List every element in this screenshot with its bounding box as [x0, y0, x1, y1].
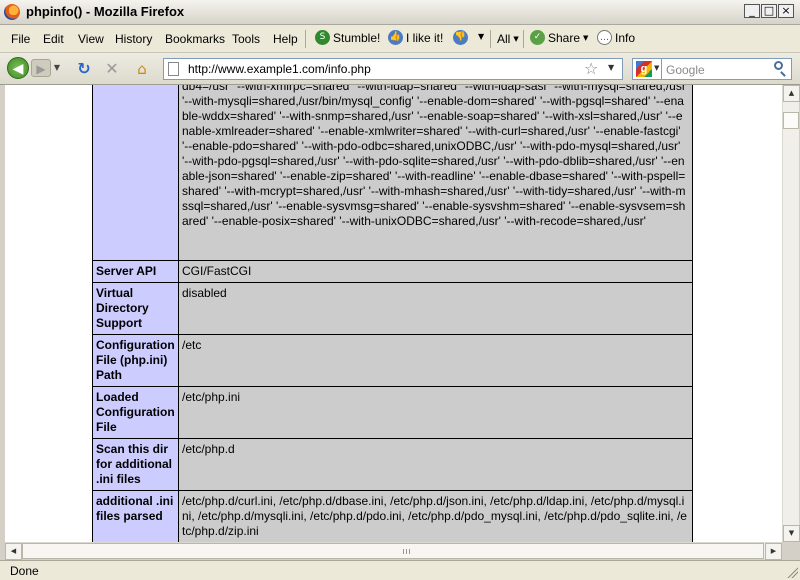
maximize-button[interactable]: □ — [761, 4, 777, 18]
menu-view[interactable]: View — [78, 32, 104, 46]
minimize-button[interactable]: _ — [744, 4, 760, 18]
table-row: Configuration File (php.ini) Path /etc — [92, 334, 693, 387]
table-row: Virtual Directory Support disabled — [92, 282, 693, 335]
toolbar-separator — [305, 30, 306, 48]
info-label: Info — [615, 30, 636, 45]
navigation-toolbar: ◀ ▶ ▼ ↻ ✕ ⌂ http://www.example1.com/info… — [0, 53, 800, 85]
thumbs-down-icon: 👎 — [453, 30, 468, 45]
status-text: Done — [10, 564, 39, 578]
menu-edit[interactable]: Edit — [43, 32, 64, 46]
search-input[interactable] — [662, 58, 792, 80]
chevron-down-icon: ▼ — [583, 33, 589, 42]
reload-icon[interactable]: ↻ — [74, 59, 94, 79]
horizontal-scrollbar[interactable]: ◀ ▶ — [5, 542, 782, 560]
search-engine-selector[interactable]: g ▼ — [632, 58, 662, 80]
stumbleupon-icon: S — [315, 30, 330, 45]
menu-help[interactable]: Help — [273, 32, 298, 46]
close-button[interactable]: × — [778, 4, 794, 18]
share-button[interactable]: ✓ Share ▼ — [530, 30, 588, 45]
row-key: additional .ini files parsed — [92, 490, 179, 542]
menu-bar: File Edit View History Bookmarks Tools H… — [0, 25, 800, 53]
history-dropdown-icon[interactable]: ▼ — [52, 61, 62, 75]
toolbar-separator — [523, 30, 524, 48]
like-label: I like it! — [406, 30, 444, 45]
all-button[interactable]: All ▼ — [497, 32, 519, 46]
bookmark-star-icon[interactable]: ☆ — [584, 59, 598, 78]
row-value: /etc — [178, 334, 693, 387]
dislike-dropdown-icon[interactable]: ▼ — [478, 32, 484, 41]
phpinfo-table: db4=/usr' '--with-xmlrpc=shared' '--with… — [92, 85, 693, 542]
table-row: additional .ini files parsed /etc/php.d/… — [92, 490, 693, 542]
speech-bubble-icon: … — [597, 30, 612, 45]
resize-grip-icon[interactable] — [786, 566, 798, 578]
vertical-scrollbar[interactable]: ▲ ▼ — [782, 85, 800, 542]
row-key: Scan this dir for additional .ini files — [92, 438, 179, 491]
vertical-scroll-thumb[interactable] — [783, 112, 799, 129]
share-label: Share — [548, 30, 581, 45]
thumbs-up-icon: 👍 — [388, 30, 403, 45]
status-bar: Done — [0, 560, 800, 580]
share-icon: ✓ — [530, 30, 545, 45]
configure-command-value: db4=/usr' '--with-xmlrpc=shared' '--with… — [178, 85, 693, 261]
scroll-right-icon[interactable]: ▶ — [765, 543, 782, 560]
row-key: Loaded Configuration File — [92, 386, 179, 439]
all-label: All — [497, 32, 511, 46]
stumble-label: Stumble! — [333, 30, 381, 45]
table-row: db4=/usr' '--with-xmlrpc=shared' '--with… — [92, 85, 693, 261]
search-icon[interactable] — [774, 61, 783, 70]
horizontal-scroll-thumb[interactable] — [22, 543, 764, 559]
menu-bookmarks[interactable]: Bookmarks — [165, 32, 225, 46]
stumble-button[interactable]: S Stumble! — [315, 30, 380, 45]
page-icon — [168, 62, 179, 76]
info-button[interactable]: … Info — [597, 30, 635, 45]
scroll-left-icon[interactable]: ◀ — [5, 543, 22, 560]
phpinfo-content: db4=/usr' '--with-xmlrpc=shared' '--with… — [92, 85, 693, 542]
back-button[interactable]: ◀ — [7, 57, 29, 79]
row-value: /etc/php.ini — [178, 386, 693, 439]
window-title: phpinfo() - Mozilla Firefox — [26, 4, 185, 19]
forward-button[interactable]: ▶ — [31, 59, 51, 77]
row-value: CGI/FastCGI — [178, 260, 693, 283]
row-key: Virtual Directory Support — [92, 282, 179, 335]
title-bar: phpinfo() - Mozilla Firefox _ □ × — [0, 0, 800, 25]
firefox-icon — [4, 4, 20, 20]
row-key — [92, 85, 179, 261]
google-icon: g — [636, 61, 652, 77]
scroll-down-icon[interactable]: ▼ — [783, 525, 800, 542]
page-viewport: db4=/usr' '--with-xmlrpc=shared' '--with… — [5, 85, 782, 542]
dislike-button[interactable]: 👎 — [453, 30, 468, 45]
home-icon[interactable]: ⌂ — [132, 59, 152, 79]
menu-file[interactable]: File — [11, 32, 30, 46]
row-value: disabled — [178, 282, 693, 335]
url-text[interactable]: http://www.example1.com/info.php — [188, 62, 371, 76]
row-key: Server API — [92, 260, 179, 283]
row-value: /etc/php.d/curl.ini, /etc/php.d/dbase.in… — [178, 490, 693, 542]
menu-history[interactable]: History — [115, 32, 152, 46]
like-button[interactable]: 👍 I like it! — [388, 30, 443, 45]
scroll-up-icon[interactable]: ▲ — [783, 85, 800, 102]
stop-icon[interactable]: ✕ — [102, 59, 122, 79]
url-bar[interactable]: http://www.example1.com/info.php ☆ ▼ — [163, 58, 623, 80]
url-dropdown-icon[interactable]: ▼ — [608, 63, 614, 72]
row-value: /etc/php.d — [178, 438, 693, 491]
chevron-down-icon: ▼ — [513, 35, 519, 43]
menu-tools[interactable]: Tools — [232, 32, 260, 46]
row-key: Configuration File (php.ini) Path — [92, 334, 179, 387]
table-row: Server API CGI/FastCGI — [92, 260, 693, 283]
table-row: Loaded Configuration File /etc/php.ini — [92, 386, 693, 439]
table-row: Scan this dir for additional .ini files … — [92, 438, 693, 491]
chevron-down-icon: ▼ — [654, 64, 660, 72]
grip-icon — [403, 549, 411, 554]
toolbar-separator — [490, 30, 491, 48]
